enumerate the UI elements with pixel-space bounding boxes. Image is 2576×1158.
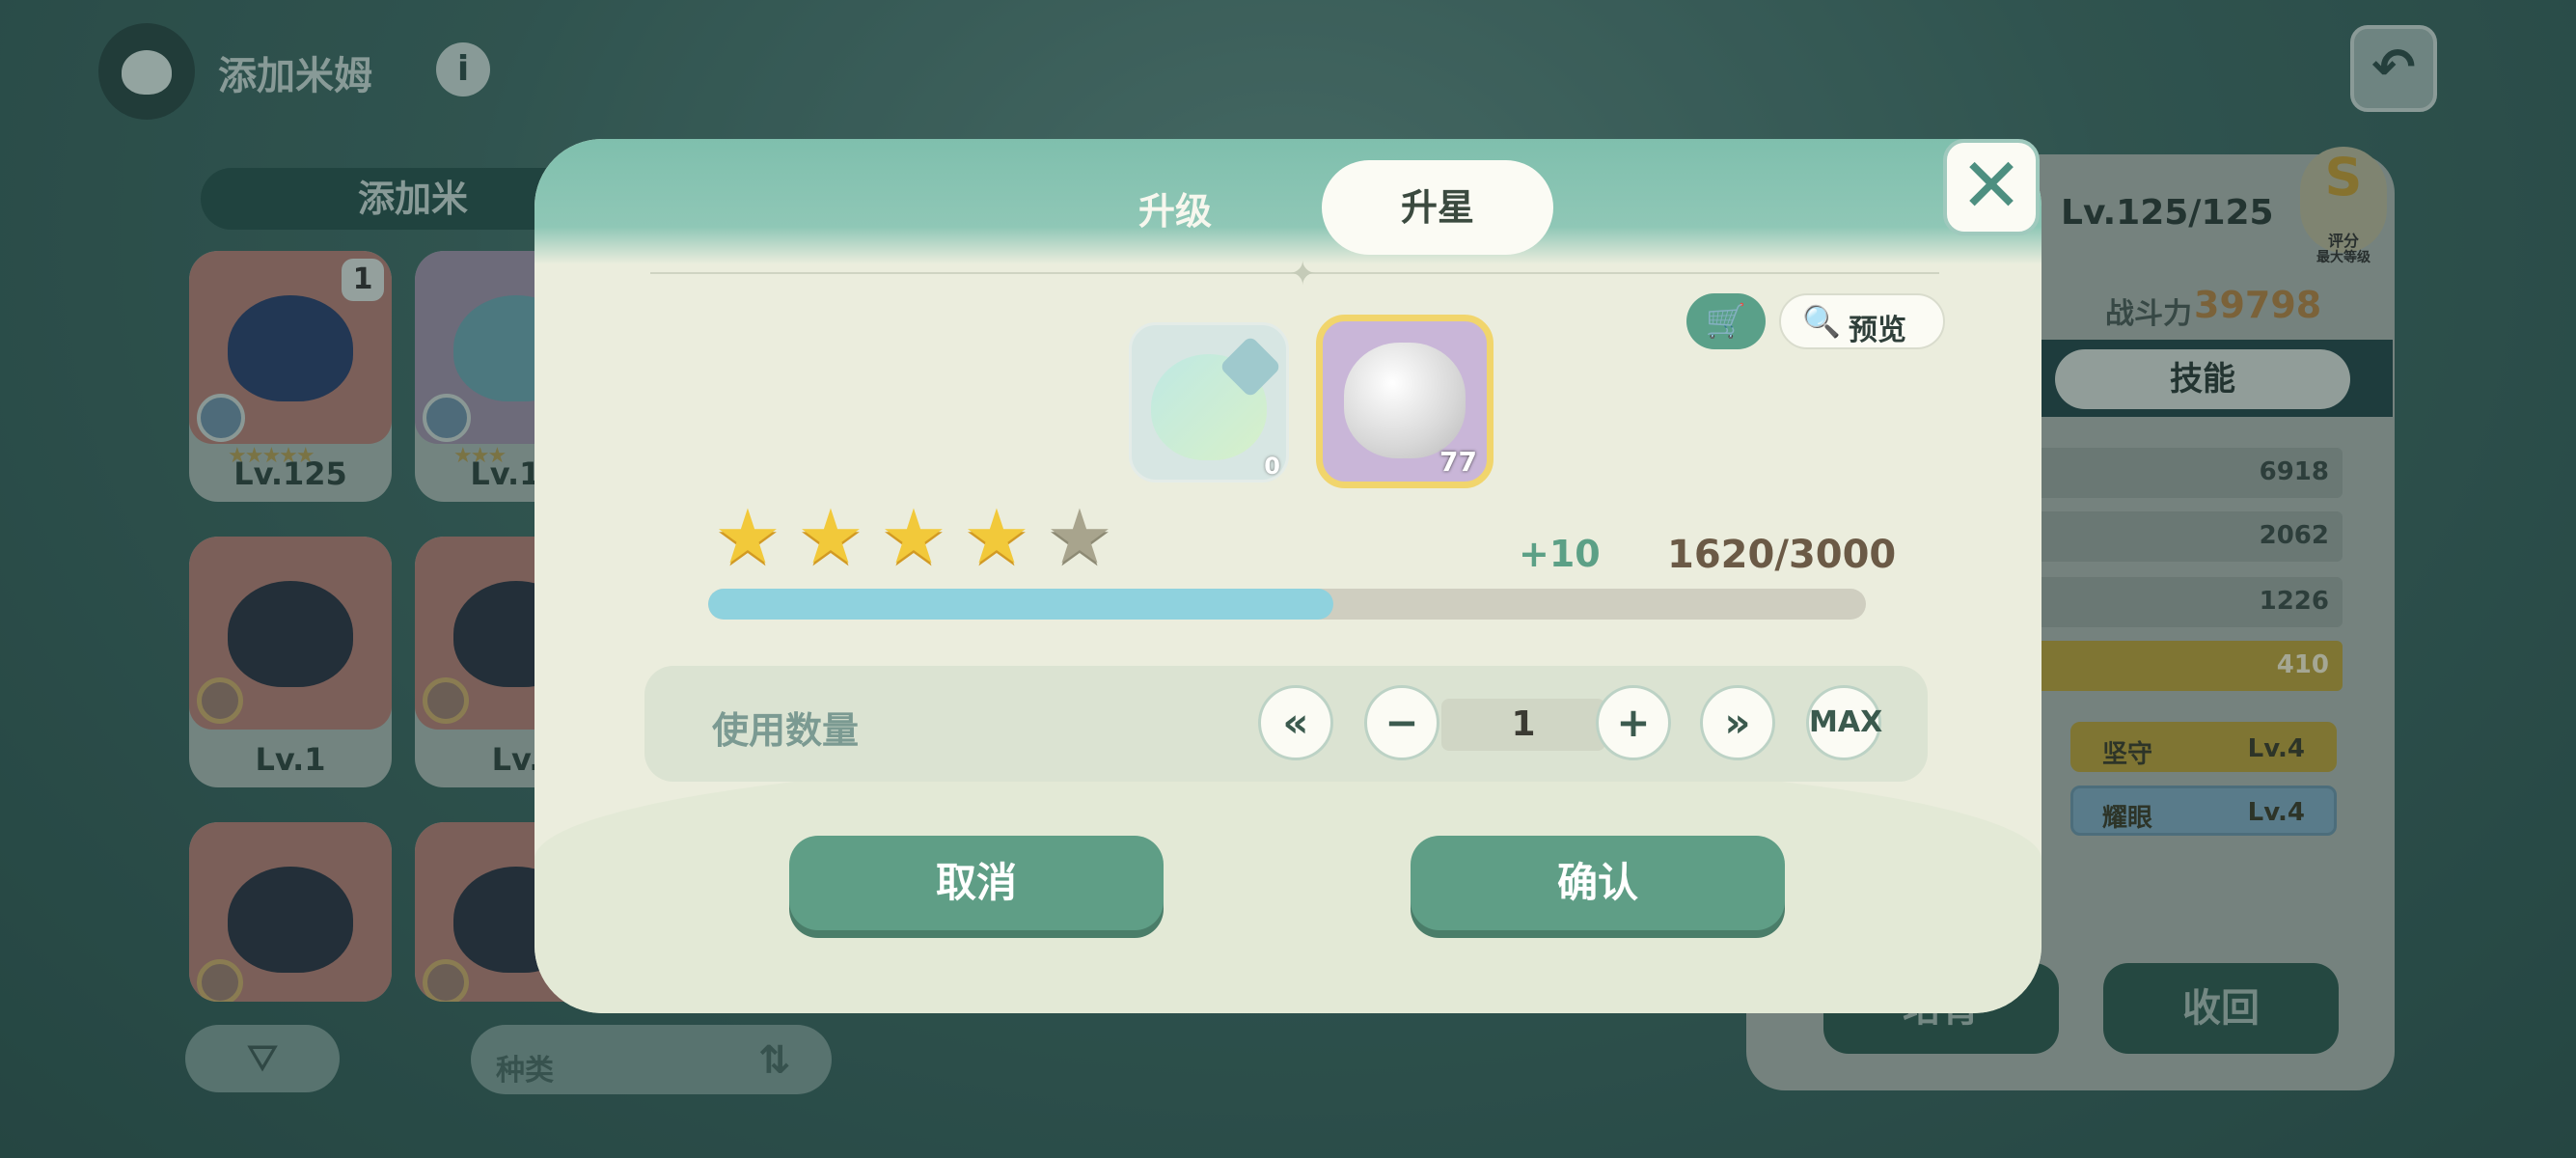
shop-button[interactable]: 🛒 bbox=[1686, 293, 1766, 349]
exp-gain: +10 bbox=[1519, 533, 1601, 575]
close-icon: ✕ bbox=[1959, 143, 2023, 230]
double-chevron-left-icon: « bbox=[1282, 699, 1309, 746]
preview-button[interactable]: 🔍 预览 bbox=[1779, 293, 1945, 349]
quantity-max-button[interactable]: MAX bbox=[1806, 685, 1882, 760]
item-count: 0 bbox=[1264, 453, 1280, 480]
search-icon: 🔍 bbox=[1802, 303, 1841, 340]
quantity-decrement-button[interactable]: − bbox=[1364, 685, 1439, 760]
dialog-decoration bbox=[534, 757, 2042, 1013]
cart-icon: 🛒 bbox=[1705, 302, 1747, 341]
confirm-button[interactable]: 确认 bbox=[1411, 836, 1785, 930]
item-count: 77 bbox=[1439, 446, 1477, 478]
dialog-header bbox=[534, 139, 2042, 264]
tab-level-up[interactable]: 升级 bbox=[1138, 181, 1212, 234]
star-filled-icon: ★ bbox=[714, 494, 781, 581]
minus-icon: − bbox=[1384, 699, 1419, 746]
quantity-min-button[interactable]: « bbox=[1258, 685, 1333, 760]
plus-icon: + bbox=[1616, 699, 1651, 746]
star-progress-bar bbox=[708, 589, 1866, 620]
material-slot-rainbow[interactable]: 0 bbox=[1129, 322, 1289, 482]
tab-star-up[interactable]: 升星 bbox=[1322, 160, 1553, 255]
material-slot-silver[interactable]: 77 bbox=[1316, 315, 1494, 488]
star-progress-text: 1620/3000 bbox=[1667, 533, 1897, 577]
star-progress-fill bbox=[708, 589, 1333, 620]
star-filled-icon: ★ bbox=[963, 494, 1030, 581]
star-empty-icon: ★ bbox=[1046, 494, 1113, 581]
quantity-increment-button[interactable]: + bbox=[1596, 685, 1671, 760]
quantity-value: 1 bbox=[1511, 704, 1536, 744]
quantity-label: 使用数量 bbox=[712, 709, 860, 752]
cancel-button[interactable]: 取消 bbox=[789, 836, 1164, 930]
star-filled-icon: ★ bbox=[797, 494, 864, 581]
silver-slime-icon bbox=[1344, 343, 1466, 458]
star-filled-icon: ★ bbox=[880, 494, 947, 581]
sparkle-icon: ✦ bbox=[1289, 255, 1317, 293]
double-chevron-right-icon: » bbox=[1724, 699, 1751, 746]
preview-label: 预览 bbox=[1849, 314, 1906, 347]
close-button[interactable]: ✕ bbox=[1943, 139, 2040, 235]
quantity-max-step-button[interactable]: » bbox=[1700, 685, 1775, 760]
